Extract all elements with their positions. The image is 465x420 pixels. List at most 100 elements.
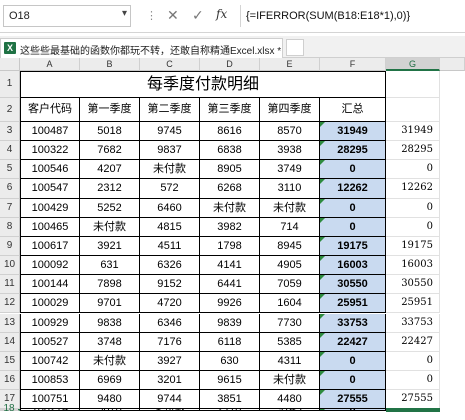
formula-input[interactable]: {=IFERROR(SUM(B18:E18*1),0)} [240, 5, 465, 27]
total-cell[interactable]: 33753 [320, 313, 386, 333]
helper-cell[interactable]: 19175 [386, 236, 440, 257]
data-cell[interactable]: 9926 [200, 294, 260, 314]
data-cell[interactable]: 5018 [80, 122, 140, 142]
total-cell[interactable]: 12262 [320, 179, 386, 199]
data-cell[interactable]: 3201 [140, 370, 200, 391]
data-cell[interactable]: 2118 [200, 409, 260, 411]
column-header-g[interactable]: G [386, 58, 440, 71]
data-cell[interactable]: 未付款 [140, 409, 200, 411]
data-cell[interactable]: 4141 [200, 256, 260, 276]
helper-cell[interactable]: 0 [386, 370, 440, 391]
data-cell[interactable]: 6118 [200, 332, 260, 352]
data-cell[interactable]: 4511 [140, 236, 200, 257]
total-cell[interactable]: 0 [320, 370, 386, 391]
data-cell[interactable]: 9837 [140, 141, 200, 161]
data-cell[interactable]: 631 [80, 256, 140, 276]
data-cell[interactable]: 6268 [200, 179, 260, 199]
select-all-corner[interactable] [0, 58, 20, 71]
data-cell[interactable]: 3748 [80, 332, 140, 352]
data-cell[interactable]: 1798 [200, 236, 260, 257]
column-label-5[interactable]: 第四季度 [260, 98, 320, 122]
data-cell[interactable]: 714 [260, 217, 320, 237]
total-cell[interactable]: 25951 [320, 294, 386, 314]
data-cell[interactable]: 7898 [80, 275, 140, 295]
data-cell[interactable]: 未付款 [80, 217, 140, 237]
helper-cell[interactable]: 33753 [386, 313, 440, 333]
data-cell[interactable]: 7682 [80, 141, 140, 161]
data-cell[interactable]: 3110 [260, 179, 320, 199]
row-header-5[interactable]: 5 [0, 160, 20, 180]
data-cell[interactable]: 6460 [140, 198, 200, 218]
data-cell[interactable]: 5252 [80, 198, 140, 218]
insert-function-icon[interactable]: fx [216, 7, 227, 21]
row-header-11[interactable]: 11 [0, 275, 20, 295]
data-cell[interactable]: 9152 [140, 275, 200, 295]
data-cell[interactable]: 未付款 [260, 370, 320, 391]
column-label-4[interactable]: 第三季度 [200, 98, 260, 122]
data-cell[interactable]: 8905 [200, 160, 260, 180]
data-cell[interactable]: 4905 [260, 256, 320, 276]
total-cell[interactable]: 30550 [320, 275, 386, 295]
data-cell[interactable]: 1604 [260, 294, 320, 314]
row-header-8[interactable]: 8 [0, 217, 20, 237]
data-cell[interactable]: 7730 [260, 313, 320, 333]
data-cell[interactable]: 3749 [260, 160, 320, 180]
column-label-1[interactable]: 客户代码 [20, 98, 80, 122]
data-cell[interactable]: 9701 [80, 294, 140, 314]
data-cell[interactable]: 100322 [20, 141, 80, 161]
data-cell[interactable]: 100029 [20, 294, 80, 314]
check-icon[interactable]: ✓ [192, 7, 204, 24]
workbook-tab[interactable]: X 这些些最基础的函数你都玩不转，还敢自称精通Excel.xlsx * [0, 38, 283, 58]
data-cell[interactable]: 3927 [140, 351, 200, 371]
total-cell[interactable]: 19175 [320, 236, 386, 257]
column-label-3[interactable]: 第二季度 [140, 98, 200, 122]
total-cell[interactable]: 0 [320, 160, 386, 180]
data-cell[interactable]: 3851 [200, 390, 260, 410]
cell-g2[interactable] [386, 98, 440, 122]
data-cell[interactable]: 100546 [20, 160, 80, 180]
total-cell[interactable]: 28295 [320, 141, 386, 161]
data-cell[interactable]: 100144 [20, 275, 80, 295]
data-cell[interactable]: 8616 [200, 122, 260, 142]
data-cell[interactable]: 6346 [140, 313, 200, 333]
data-cell[interactable]: 未付款 [260, 198, 320, 218]
row-header-12[interactable]: 12 [0, 294, 20, 314]
column-header-c[interactable]: C [140, 58, 200, 71]
chevron-down-icon[interactable]: ▾ [122, 8, 127, 19]
data-cell[interactable]: 9838 [80, 313, 140, 333]
data-cell[interactable]: 4311 [260, 351, 320, 371]
helper-cell[interactable]: 0 [386, 351, 440, 371]
data-cell[interactable]: 9745 [140, 122, 200, 142]
helper-cell[interactable]: 27555 [386, 390, 440, 410]
data-cell[interactable]: 8570 [260, 122, 320, 142]
data-cell[interactable]: 9744 [140, 390, 200, 410]
data-cell[interactable]: 100487 [20, 122, 80, 142]
data-cell[interactable]: 100742 [20, 351, 80, 371]
row-header-16[interactable]: 16 [0, 370, 20, 391]
data-cell[interactable]: 100617 [20, 236, 80, 257]
helper-cell[interactable]: 12262 [386, 179, 440, 199]
column-header-b[interactable]: B [80, 58, 140, 71]
data-cell[interactable]: 630 [200, 351, 260, 371]
data-cell[interactable]: 7059 [260, 275, 320, 295]
total-cell[interactable]: 31949 [320, 122, 386, 142]
cell-g1[interactable] [386, 71, 440, 98]
sheet-title[interactable]: 每季度付款明细 [20, 71, 386, 98]
helper-cell[interactable]: 0 [386, 217, 440, 237]
data-cell[interactable]: 100527 [20, 332, 80, 352]
row-header-14[interactable]: 14 [0, 332, 20, 352]
column-header-f[interactable]: F [320, 58, 386, 71]
data-cell[interactable]: 3982 [200, 217, 260, 237]
helper-cell[interactable]: 31949 [386, 122, 440, 142]
data-cell[interactable]: 100429 [20, 198, 80, 218]
row-header-2[interactable]: 2 [0, 98, 20, 122]
column-label-6[interactable]: 汇总 [320, 98, 386, 122]
data-cell[interactable]: 4207 [80, 160, 140, 180]
helper-cell[interactable]: 0 [386, 160, 440, 180]
data-cell[interactable]: 未付款 [200, 198, 260, 218]
data-cell[interactable]: 100465 [20, 217, 80, 237]
data-cell[interactable]: 100853 [20, 370, 80, 391]
column-header-d[interactable]: D [200, 58, 260, 71]
cancel-icon[interactable]: ✕ [167, 7, 179, 24]
data-cell[interactable]: 9615 [200, 370, 260, 391]
